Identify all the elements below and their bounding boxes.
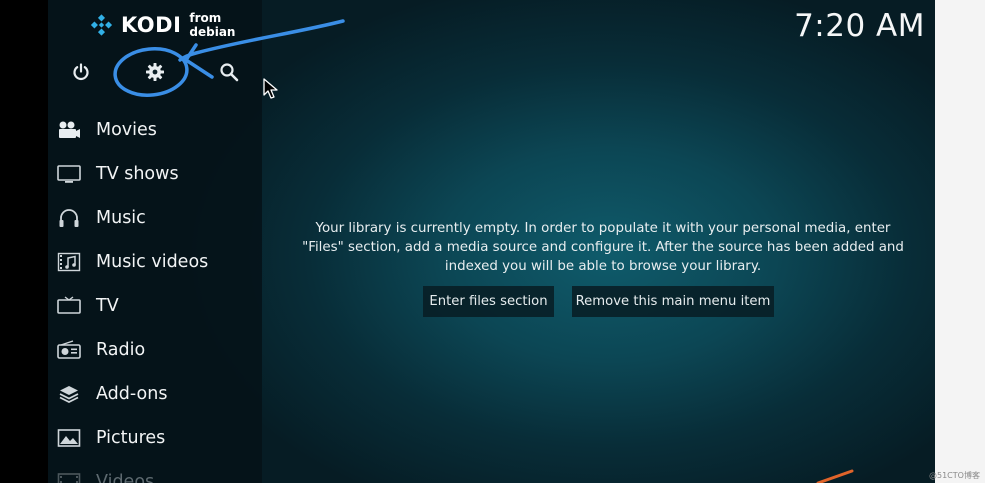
menu-item-label: TV shows [96, 164, 179, 184]
kodi-logo-icon [90, 14, 113, 36]
addons-icon [56, 383, 82, 405]
enter-files-section-button[interactable]: Enter files section [423, 286, 554, 317]
pictures-icon [56, 427, 82, 449]
empty-library-message: Your library is currently empty. In orde… [278, 219, 928, 276]
right-frame [935, 0, 985, 483]
menu-item-label: TV [96, 296, 119, 316]
remove-menu-item-button[interactable]: Remove this main menu item [572, 286, 774, 317]
main-menu: Movies TV shows Music Music videos TV Ra… [48, 108, 262, 483]
kodi-logo: KODI from debian [90, 11, 262, 39]
watermark: @51CTO博客 [929, 471, 980, 480]
logo-text: KODI [120, 13, 182, 37]
menu-item-label: Radio [96, 340, 146, 360]
menu-item-label: Movies [96, 120, 157, 140]
menu-item-label: Pictures [96, 428, 166, 448]
menu-item-label: Music videos [96, 252, 209, 272]
message-line: "Files" section, add a media source and … [302, 240, 904, 255]
menu-item-tv-shows[interactable]: TV shows [48, 152, 262, 196]
movies-icon [56, 119, 82, 141]
videos-icon [56, 471, 82, 483]
tv-shows-icon [56, 163, 82, 185]
message-line: Your library is currently empty. In orde… [315, 221, 891, 236]
gear-icon[interactable] [141, 58, 169, 86]
menu-item-music[interactable]: Music [48, 196, 262, 240]
message-line: indexed you will be able to browse your … [444, 259, 762, 274]
menu-item-tv[interactable]: TV [48, 284, 262, 328]
mouse-cursor-icon [263, 78, 278, 99]
top-icon-bar [48, 58, 262, 86]
music-videos-icon [56, 251, 82, 273]
clock: 7:20 AM [794, 8, 925, 44]
menu-item-label: Music [96, 208, 146, 228]
menu-item-label: Videos [96, 472, 155, 483]
menu-item-pictures[interactable]: Pictures [48, 416, 262, 460]
left-frame [0, 0, 48, 483]
tv-icon [56, 295, 82, 317]
menu-item-videos[interactable]: Videos [48, 460, 262, 483]
search-icon[interactable] [215, 58, 243, 86]
power-icon[interactable] [67, 58, 95, 86]
radio-icon [56, 339, 82, 361]
menu-item-label: Add-ons [96, 384, 168, 404]
menu-item-music-videos[interactable]: Music videos [48, 240, 262, 284]
logo-subtitle: from debian [189, 11, 236, 39]
kodi-screen: KODI from debian Movies TV shows Music M… [48, 0, 935, 483]
menu-item-movies[interactable]: Movies [48, 108, 262, 152]
menu-item-addons[interactable]: Add-ons [48, 372, 262, 416]
sidebar: KODI from debian Movies TV shows Music M… [48, 0, 262, 483]
menu-item-radio[interactable]: Radio [48, 328, 262, 372]
headphones-icon [56, 207, 82, 229]
